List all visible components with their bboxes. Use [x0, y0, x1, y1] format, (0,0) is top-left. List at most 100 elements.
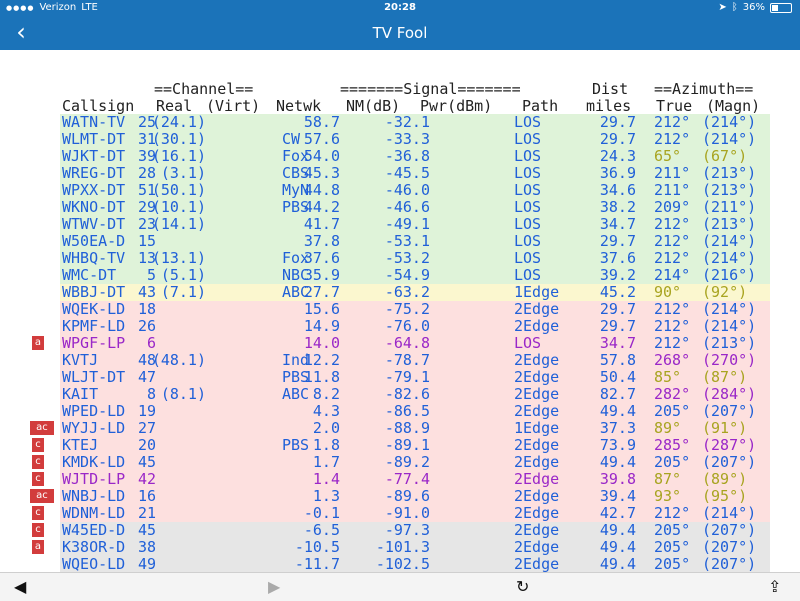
cell-nm: 35.9	[303, 266, 340, 284]
cell-azimuth-magn: (287°)	[702, 436, 757, 454]
cell-azimuth-true: 89°	[654, 419, 682, 437]
cell-virt: (8.1)	[160, 385, 206, 403]
cell-path: 1Edge	[514, 283, 560, 301]
cell-path: LOS	[514, 215, 542, 233]
cell-pwr: -54.9	[384, 266, 430, 284]
reload-icon[interactable]: ↻	[516, 577, 529, 596]
cell-pwr: -89.6	[384, 487, 430, 505]
browser-toolbar: ◀ ▶ ↻ ⇪	[0, 572, 800, 601]
flag-badge: c	[32, 472, 44, 486]
cell-azimuth-true: 205°	[654, 521, 691, 539]
table-row: WPED-LD 19 4.3 -86.5 2Edge 49.4 205° (207°)	[60, 403, 770, 420]
cell-pwr: -88.9	[384, 419, 430, 437]
cell-dist: 36.9	[599, 164, 636, 182]
cell-azimuth-magn: (213°)	[702, 164, 757, 182]
cell-nm: 15.6	[303, 300, 340, 318]
cell-azimuth-magn: (214°)	[702, 300, 757, 318]
table-row: WQEK-LD 18 15.6 -75.2 2Edge 29.7 212° (214°)	[60, 301, 770, 318]
cell-virt: (14.1)	[151, 215, 206, 233]
table-row: KMDK-LD 45 1.7 -89.2 2Edge 49.4 205° (207°)	[60, 454, 770, 471]
flag-badge: c	[32, 506, 44, 520]
table-row: WKNO-DT 29 (10.1) PBS 44.2 -46.6 LOS 38.2 209° (2…	[60, 199, 770, 216]
cell-dist: 49.4	[599, 453, 636, 471]
cell-path: 2Edge	[514, 436, 560, 454]
cell-path: LOS	[514, 266, 542, 284]
cell-nm: 1.8	[312, 436, 340, 454]
cell-pwr: -89.1	[384, 436, 430, 454]
cell-pwr: -101.3	[375, 538, 430, 556]
cell-pwr: -33.3	[384, 130, 430, 148]
back-arrow-icon[interactable]: ◀	[14, 577, 26, 596]
cell-dist: 82.7	[599, 385, 636, 403]
table-row: WPXX-DT 51 (50.1) MyN 44.8 -46.0 LOS 34.6 211° (2…	[60, 182, 770, 199]
cell-path: 2Edge	[514, 521, 560, 539]
cell-nm: 1.3	[312, 487, 340, 505]
cell-path: 2Edge	[514, 317, 560, 335]
cell-virt: (30.1)	[151, 130, 206, 148]
cell-dist: 29.7	[599, 317, 636, 335]
cell-dist: 34.7	[599, 215, 636, 233]
cell-azimuth-magn: (284°)	[702, 385, 757, 403]
cell-real: 15	[137, 232, 156, 250]
cell-azimuth-true: 65°	[654, 147, 682, 165]
header-group-signal: =======Signal=======	[340, 80, 521, 98]
cell-azimuth-true: 87°	[654, 470, 682, 488]
cell-path: LOS	[514, 113, 542, 131]
cell-nm: 8.2	[312, 385, 340, 403]
cell-azimuth-magn: (207°)	[702, 453, 757, 471]
cell-nm: 14.0	[303, 334, 340, 352]
cell-real: 38	[137, 538, 156, 556]
cell-azimuth-true: 93°	[654, 487, 682, 505]
cell-pwr: -49.1	[384, 215, 430, 233]
cell-azimuth-magn: (213°)	[702, 181, 757, 199]
cell-nm: 37.6	[303, 249, 340, 267]
table-row: WJKT-DT 39 (16.1) Fox 54.0 -36.8 LOS 24.3 65° (67…	[60, 148, 770, 165]
location-icon: ➤	[718, 2, 727, 13]
header-group-channel: ==Channel==	[154, 80, 254, 98]
header-dist: Dist	[592, 80, 629, 98]
cell-path: 2Edge	[514, 487, 560, 505]
cell-nm: -0.1	[303, 504, 340, 522]
table-row: KAIT 8 (8.1) ABC 8.2 -82.6 2Edge 82.7 282° (284°)	[60, 386, 770, 403]
cell-virt: (13.1)	[151, 249, 206, 267]
cell-nm: 44.2	[303, 198, 340, 216]
cell-azimuth-true: 212°	[654, 249, 691, 267]
cell-azimuth-true: 212°	[654, 317, 691, 335]
table-row: W50EA-D 15 37.8 -53.1 LOS 29.7 212° (214°)	[60, 233, 770, 250]
flag-badge: ac	[30, 489, 54, 503]
cell-azimuth-magn: (207°)	[702, 521, 757, 539]
cell-dist: 57.8	[599, 351, 636, 369]
cell-azimuth-true: 268°	[654, 351, 691, 369]
cell-nm: 2.0	[312, 419, 340, 437]
cell-nm: -10.5	[294, 538, 340, 556]
cell-pwr: -64.8	[384, 334, 430, 352]
cell-dist: 45.2	[599, 283, 636, 301]
cell-dist: 38.2	[599, 198, 636, 216]
cell-azimuth-magn: (214°)	[702, 317, 757, 335]
cell-virt: (48.1)	[151, 351, 206, 369]
cell-azimuth-magn: (87°)	[702, 368, 748, 386]
cell-azimuth-true: 212°	[654, 334, 691, 352]
cell-azimuth-magn: (214°)	[702, 130, 757, 148]
header-group-azimuth: ==Azimuth==	[654, 80, 754, 98]
status-bar: ●●●● Verizon LTE 20:28 ➤ ᛒ 36%	[0, 0, 800, 16]
cell-path: LOS	[514, 334, 542, 352]
cell-azimuth-magn: (91°)	[702, 419, 748, 437]
cell-nm: 54.0	[303, 147, 340, 165]
cell-path: 2Edge	[514, 453, 560, 471]
cell-nm: 14.9	[303, 317, 340, 335]
cell-callsign: KTEJ	[62, 436, 99, 454]
cell-pwr: -82.6	[384, 385, 430, 403]
bluetooth-icon: ᛒ	[731, 2, 738, 13]
navigation-bar: ‹ TV Fool	[0, 16, 800, 50]
cell-dist: 49.4	[599, 521, 636, 539]
forward-arrow-icon[interactable]: ▶	[268, 577, 280, 596]
cell-azimuth-magn: (213°)	[702, 215, 757, 233]
cell-nm: 57.6	[303, 130, 340, 148]
header-virt: (Virt)	[206, 97, 261, 115]
cell-nm: 58.7	[303, 113, 340, 131]
cell-real: 18	[137, 300, 156, 318]
cell-real: 6	[146, 334, 156, 352]
cell-real: 21	[137, 504, 156, 522]
share-icon[interactable]: ⇪	[768, 577, 781, 596]
